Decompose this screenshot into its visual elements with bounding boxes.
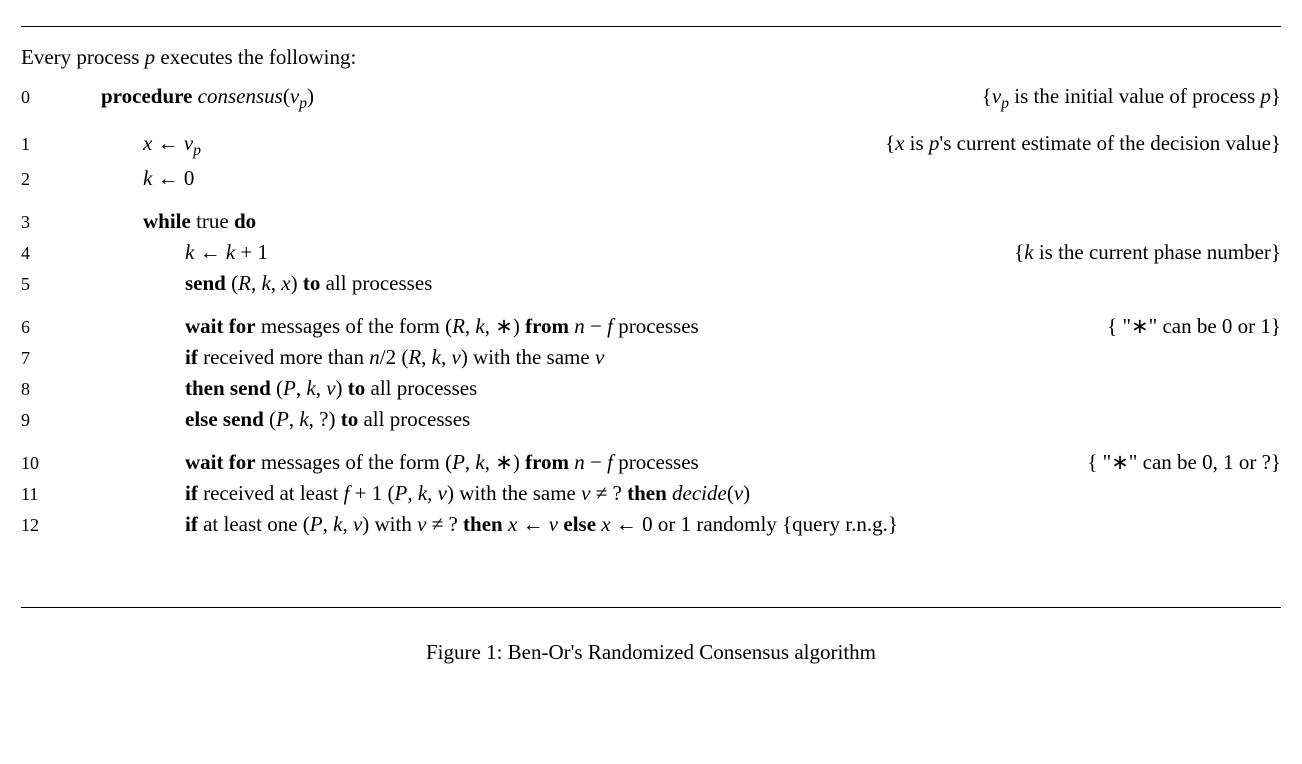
line-0: 0 procedure consensus(vp) {vp is the ini… (21, 84, 1281, 113)
line-12: 12 if at least one (P, k, v) with v ≠ ? … (21, 512, 1281, 537)
figure-caption: Figure 1: Ben-Or's Randomized Consensus … (21, 640, 1281, 665)
line-number: 5 (21, 274, 63, 295)
line-body: k ← k + 1 (63, 240, 1014, 265)
line-comment: {x is p's current estimate of the decisi… (885, 131, 1281, 156)
line-body: procedure consensus(vp) (63, 84, 982, 113)
line-comment: {k is the current phase number} (1014, 240, 1281, 265)
line-number: 4 (21, 243, 63, 264)
line-number: 0 (21, 87, 63, 108)
line-11: 11 if received at least f + 1 (P, k, v) … (21, 481, 1281, 506)
line-number: 6 (21, 317, 63, 338)
line-comment: { "∗" can be 0, 1 or ?} (1087, 450, 1281, 475)
line-6: 6 wait for messages of the form (R, k, ∗… (21, 314, 1281, 339)
bottom-rule (21, 607, 1281, 608)
line-3: 3 while true do (21, 209, 1281, 234)
line-number: 9 (21, 410, 63, 431)
line-7: 7 if received more than n/2 (R, k, v) wi… (21, 345, 1281, 370)
line-9: 9 else send (P, k, ?) to all processes (21, 407, 1281, 432)
line-body: if received at least f + 1 (P, k, v) wit… (63, 481, 1281, 506)
line-number: 7 (21, 348, 63, 369)
line-number: 11 (21, 484, 63, 505)
line-number: 10 (21, 453, 63, 474)
top-rule (21, 26, 1281, 27)
line-body: if received more than n/2 (R, k, v) with… (63, 345, 1281, 370)
line-comment: { "∗" can be 0 or 1} (1107, 314, 1281, 339)
line-number: 1 (21, 134, 63, 155)
line-number: 3 (21, 212, 63, 233)
line-comment: {vp is the initial value of process p} (982, 84, 1281, 113)
line-8: 8 then send (P, k, v) to all processes (21, 376, 1281, 401)
line-body: wait for messages of the form (R, k, ∗) … (63, 314, 1107, 339)
line-number: 8 (21, 379, 63, 400)
line-body: wait for messages of the form (P, k, ∗) … (63, 450, 1087, 475)
line-number: 12 (21, 515, 63, 536)
intro-text: Every process p executes the following: (21, 45, 1281, 70)
line-body: while true do (63, 209, 1281, 234)
line-body: else send (P, k, ?) to all processes (63, 407, 1281, 432)
line-5: 5 send (R, k, x) to all processes (21, 271, 1281, 296)
line-body: x ← vp (63, 131, 885, 160)
line-4: 4 k ← k + 1 {k is the current phase numb… (21, 240, 1281, 265)
line-body: if at least one (P, k, v) with v ≠ ? the… (63, 512, 1281, 537)
line-number: 2 (21, 169, 63, 190)
line-10: 10 wait for messages of the form (P, k, … (21, 450, 1281, 475)
line-1: 1 x ← vp {x is p's current estimate of t… (21, 131, 1281, 160)
line-body: then send (P, k, v) to all processes (63, 376, 1281, 401)
line-body: k ← 0 (63, 166, 1281, 191)
line-body: send (R, k, x) to all processes (63, 271, 1281, 296)
line-2: 2 k ← 0 (21, 166, 1281, 191)
algorithm-figure: Every process p executes the following: … (21, 26, 1281, 665)
